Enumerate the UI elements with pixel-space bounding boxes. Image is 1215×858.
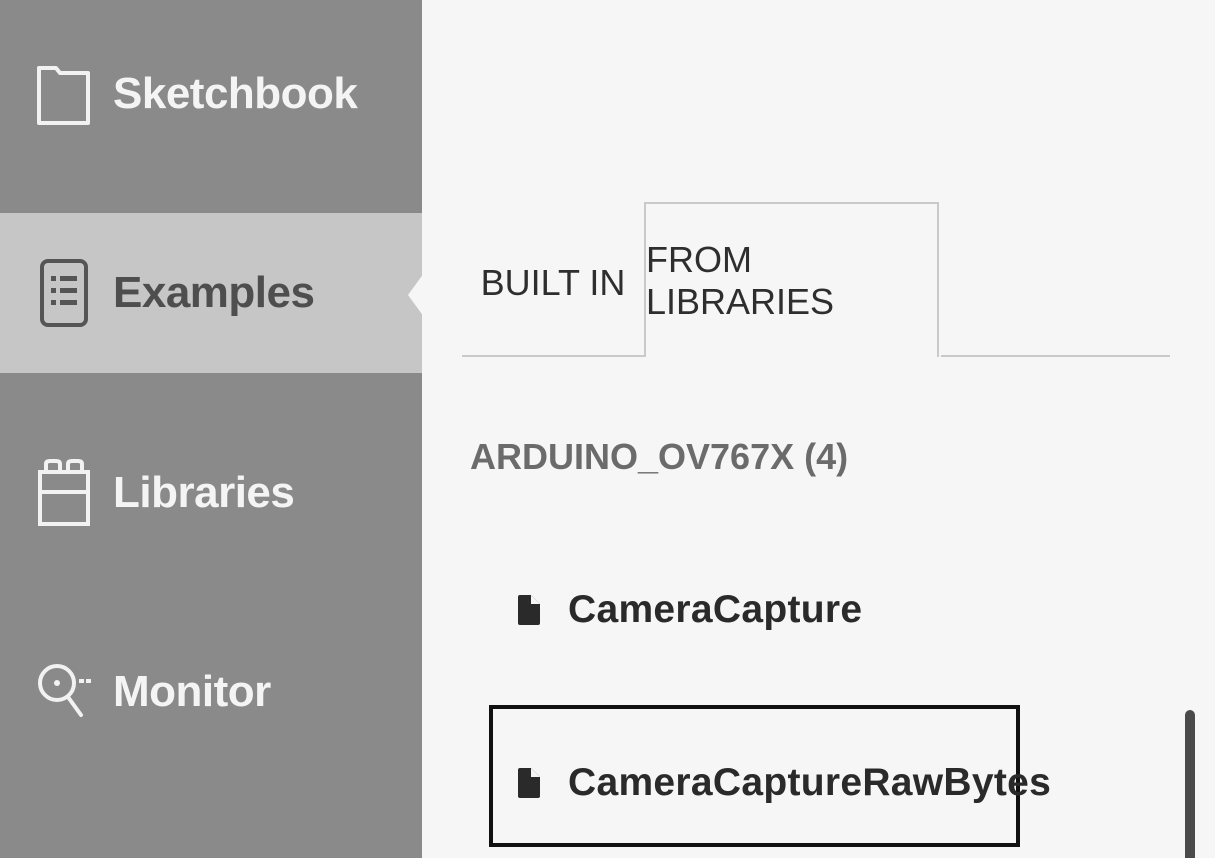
tab-divider	[462, 355, 644, 357]
file-icon	[516, 768, 542, 798]
sidebar-item-monitor[interactable]: Monitor	[0, 612, 422, 772]
list-icon	[34, 259, 94, 327]
sidebar-item-label: Sketchbook	[113, 69, 358, 118]
tab-built-in[interactable]: BUILT IN	[462, 210, 644, 355]
example-label: CameraCaptureRawBytes	[568, 761, 1052, 804]
library-icon	[34, 459, 94, 526]
monitor-magnifier-icon	[34, 662, 94, 722]
sidebar-item-examples[interactable]: Examples	[0, 213, 422, 373]
tab-divider	[941, 355, 1170, 357]
file-icon	[516, 595, 542, 625]
example-label: CameraCapture	[568, 588, 863, 631]
folder-icon	[34, 64, 94, 125]
sidebar-item-label: Monitor	[113, 667, 271, 716]
sidebar-item-label: Examples	[113, 268, 315, 317]
scrollbar-thumb[interactable]	[1185, 710, 1195, 858]
sidebar-item-label: Libraries	[113, 468, 295, 517]
sidebar: Sketchbook Examples Libraries Monitor	[0, 0, 422, 858]
example-item-cameracapturerawbytes[interactable]: CameraCaptureRawBytes	[516, 758, 1051, 808]
sidebar-item-sketchbook[interactable]: Sketchbook	[0, 14, 422, 174]
app-window: Sketchbook Examples Libraries Monitor BU…	[0, 0, 1215, 858]
library-section-heading[interactable]: ARDUINO_OV767X (4)	[470, 436, 848, 478]
example-item-cameracapture[interactable]: CameraCapture	[516, 585, 862, 635]
tab-from-libraries[interactable]: FROM LIBRARIES	[644, 202, 939, 357]
sidebar-item-libraries[interactable]: Libraries	[0, 413, 422, 573]
examples-panel: BUILT IN FROM LIBRARIES ARDUINO_OV767X (…	[422, 0, 1215, 858]
